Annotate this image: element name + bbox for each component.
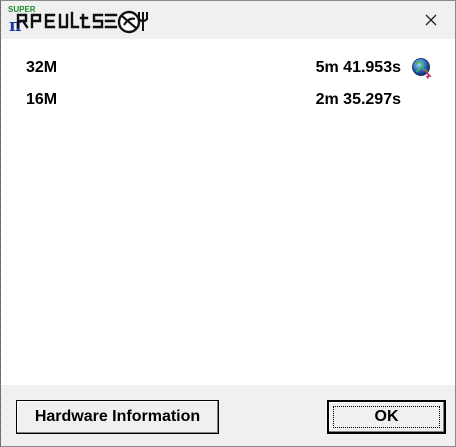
super-pi-results-logo: SUPER π (5, 3, 155, 37)
focus-rectangle (333, 406, 440, 428)
result-row: 16M 2m 35.297s (1, 85, 455, 113)
result-size: 16M (26, 91, 58, 108)
result-row: 32M 5m 41.953s (1, 53, 455, 81)
result-time: 5m 41.953s (315, 59, 401, 76)
title-bar[interactable]: SUPER π (1, 1, 455, 39)
svg-text:SUPER: SUPER (8, 5, 36, 14)
results-dialog: SUPER π 32M 5m 41.953s 16M 2m 35.297s Ha… (0, 0, 456, 447)
result-size: 32M (26, 59, 58, 76)
hardware-information-button[interactable]: Hardware Information (16, 400, 219, 434)
hardware-information-label: Hardware Information (34, 408, 201, 425)
results-list: 32M 5m 41.953s 16M 2m 35.297s (1, 39, 455, 385)
globe-icon (412, 58, 432, 79)
svg-text:π: π (9, 16, 21, 36)
result-time: 2m 35.297s (315, 91, 401, 108)
close-button[interactable] (407, 1, 455, 39)
close-icon (425, 14, 437, 26)
ok-button[interactable]: OK (327, 400, 446, 434)
